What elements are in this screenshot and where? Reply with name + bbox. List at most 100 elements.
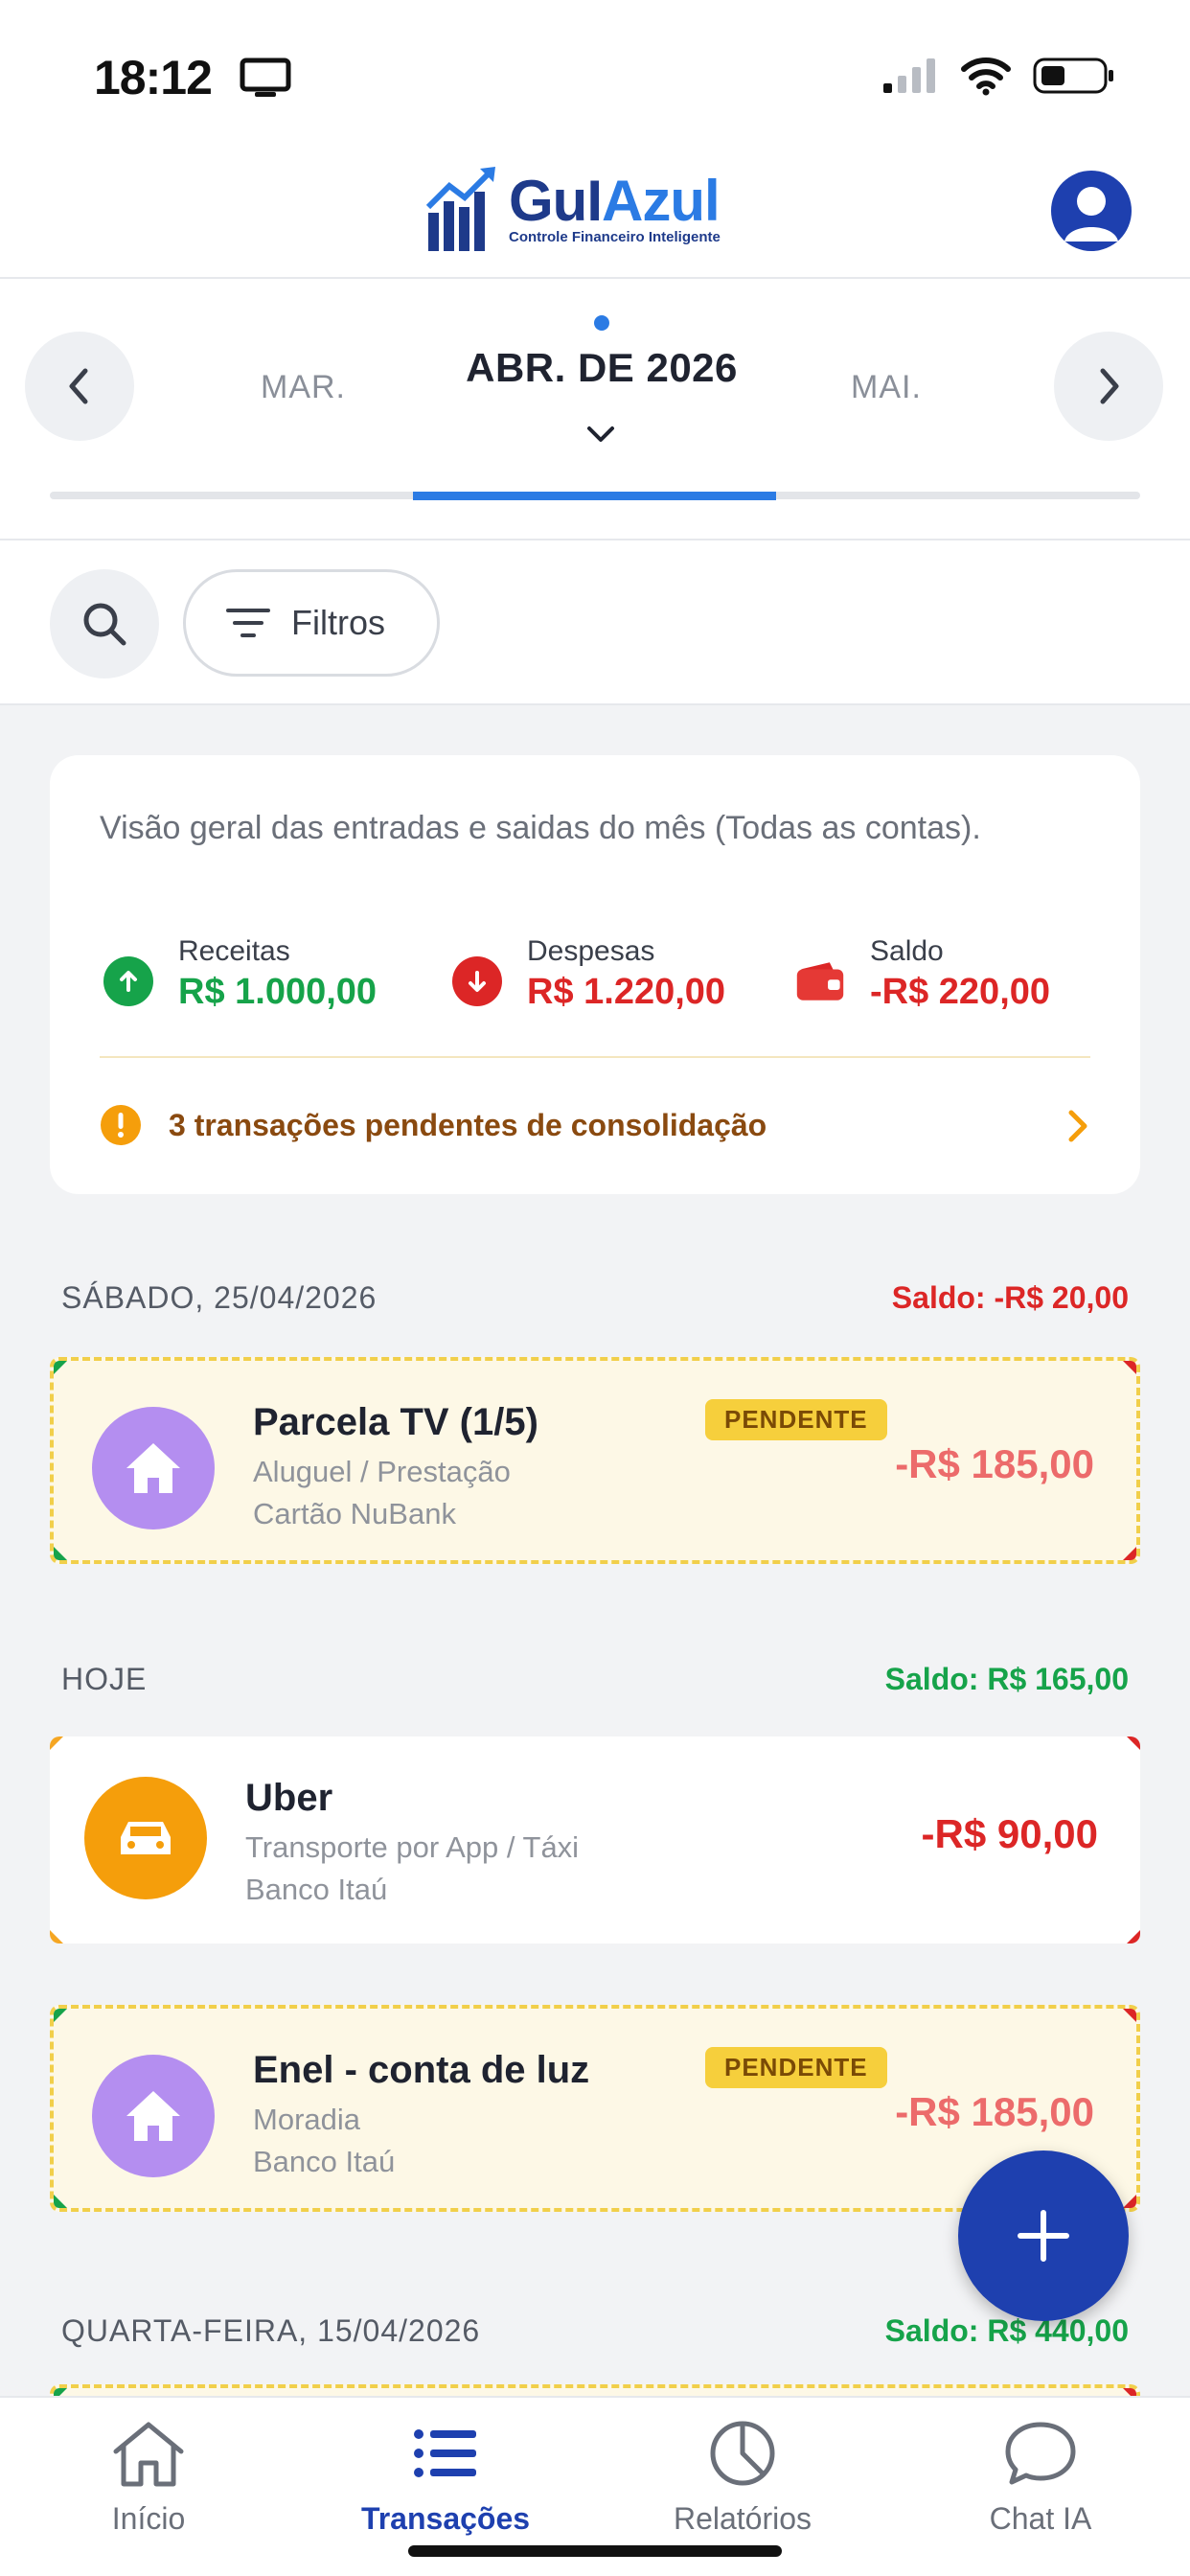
expense-value: R$ 1.220,00 <box>527 972 726 1012</box>
card-corner-marker <box>54 1547 67 1560</box>
day-header: HOJE Saldo: R$ 165,00 <box>61 1662 1129 1697</box>
card-corner-marker <box>54 2195 67 2208</box>
card-corner-marker <box>1123 2195 1136 2208</box>
chevron-left-icon <box>69 368 88 404</box>
header-divider <box>0 277 1190 279</box>
nav-item-relatorios[interactable]: Relatórios <box>647 2419 838 2537</box>
overview-description: Visão geral das entradas e saidas do mês… <box>100 810 981 846</box>
day-label: SÁBADO, 25/04/2026 <box>61 1280 378 1315</box>
logo-name-accent: Azul <box>602 168 721 233</box>
card-corner-marker <box>1123 2009 1136 2022</box>
home-icon <box>92 1407 215 1530</box>
filter-button[interactable]: Filtros <box>183 569 440 677</box>
car-icon <box>84 1777 207 1899</box>
nav-item-chat-ia[interactable]: Chat IA <box>945 2419 1136 2537</box>
logo-name-prefix: GuI <box>509 168 603 233</box>
month-next-label[interactable]: MAI. <box>851 369 922 406</box>
arrow-up-icon <box>103 956 153 1006</box>
nav-item-inicio[interactable]: Início <box>53 2419 244 2537</box>
profile-avatar-button[interactable] <box>1051 171 1132 251</box>
arrow-down-icon <box>452 956 502 1006</box>
balance-stat: Saldo -R$ 220,00 <box>795 935 1050 1013</box>
next-month-button[interactable] <box>1054 332 1163 441</box>
home-indicator <box>408 2545 782 2557</box>
filter-icon <box>226 609 270 637</box>
transaction-title: Enel - conta de luz <box>253 2049 590 2091</box>
transaction-title: Uber <box>245 1777 333 1819</box>
transaction-card[interactable]: Parcela TV (1/5) PENDENTE Aluguel / Pres… <box>50 1357 1140 1564</box>
filter-divider <box>0 703 1190 705</box>
day-header: QUARTA-FEIRA, 15/04/2026 Saldo: R$ 440,0… <box>61 2313 1129 2349</box>
transaction-category: Transporte por App / Táxi <box>245 1830 580 1864</box>
transaction-category: Aluguel / Prestação <box>253 1455 511 1488</box>
transaction-category: Moradia <box>253 2103 360 2136</box>
pending-transactions-link[interactable]: 3 transações pendentes de consolidação <box>100 1098 1090 1152</box>
nav-label: Chat IA <box>989 2501 1092 2536</box>
card-corner-marker <box>50 1736 63 1750</box>
day-saldo: Saldo: R$ 440,00 <box>884 2313 1129 2348</box>
transaction-amount: -R$ 185,00 <box>895 2089 1094 2134</box>
chevron-down-icon[interactable] <box>584 422 618 447</box>
status-indicators <box>881 56 1115 96</box>
monthly-overview-card: Visão geral das entradas e saidas do mês… <box>50 755 1140 1194</box>
nav-item-transacoes[interactable]: Transações <box>350 2419 541 2537</box>
logo-icon <box>426 167 495 251</box>
day-label: QUARTA-FEIRA, 15/04/2026 <box>61 2313 481 2348</box>
transaction-account: Banco Itaú <box>253 2145 396 2178</box>
list-icon <box>414 2429 476 2477</box>
warning-icon <box>101 1105 141 1145</box>
filter-label: Filtros <box>291 603 385 642</box>
nav-label: Relatórios <box>673 2501 812 2536</box>
card-corner-marker <box>1127 1930 1140 1944</box>
search-icon <box>83 603 126 646</box>
selector-divider <box>0 539 1190 540</box>
card-corner-marker <box>1123 1361 1136 1374</box>
status-time: 18:12 <box>94 51 213 104</box>
home-outline-icon <box>113 2422 184 2487</box>
day-saldo: Saldo: -R$ 20,00 <box>891 1280 1129 1315</box>
search-button[interactable] <box>50 569 159 678</box>
current-month-indicator <box>594 315 609 331</box>
expense-stat: Despesas R$ 1.220,00 <box>452 935 725 1013</box>
screen-mirroring-icon <box>240 58 291 97</box>
month-current-label[interactable]: ABR. DE 2026 <box>402 345 801 391</box>
balance-value: -R$ 220,00 <box>870 972 1051 1012</box>
chat-icon <box>1005 2422 1076 2485</box>
wallet-icon <box>795 956 845 1006</box>
add-transaction-button[interactable] <box>958 2150 1129 2321</box>
transaction-card[interactable]: Uber Transporte por App / Táxi Banco Ita… <box>50 1736 1140 1944</box>
card-corner-marker <box>54 1361 67 1374</box>
nav-label: Início <box>111 2501 186 2536</box>
nav-label: Transações <box>360 2501 531 2536</box>
expense-label: Despesas <box>527 935 655 967</box>
battery-icon <box>1033 58 1113 94</box>
transaction-amount: -R$ 90,00 <box>921 1811 1098 1856</box>
card-corner-marker <box>1123 1547 1136 1560</box>
home-icon <box>92 2055 215 2177</box>
pending-text: 3 transações pendentes de consolidação <box>169 1107 767 1142</box>
transaction-amount: -R$ 185,00 <box>895 1441 1094 1486</box>
overview-divider <box>100 1056 1090 1058</box>
card-corner-marker <box>1127 1736 1140 1750</box>
app-logo: GuIAzul Controle Financeiro Inteligente <box>426 165 721 253</box>
plus-icon <box>1018 2210 1069 2262</box>
pie-chart-icon <box>710 2421 775 2486</box>
card-corner-marker <box>54 2009 67 2022</box>
income-value: R$ 1.000,00 <box>178 972 378 1012</box>
wifi-icon <box>961 58 1011 96</box>
income-stat: Receitas R$ 1.000,00 <box>103 935 377 1013</box>
transaction-account: Banco Itaú <box>245 1873 388 1906</box>
month-progress-fill <box>413 492 776 500</box>
chevron-right-icon <box>1100 368 1119 404</box>
user-icon <box>1064 187 1118 242</box>
card-corner-marker <box>50 1930 63 1944</box>
previous-month-button[interactable] <box>25 332 134 441</box>
pending-badge: PENDENTE <box>705 2047 887 2088</box>
month-prev-label[interactable]: MAR. <box>261 369 346 406</box>
day-label: HOJE <box>61 1662 148 1696</box>
logo-tagline: Controle Financeiro Inteligente <box>509 228 721 245</box>
day-header: SÁBADO, 25/04/2026 Saldo: -R$ 20,00 <box>61 1280 1129 1316</box>
chevron-right-icon <box>1068 1110 1087 1142</box>
day-saldo: Saldo: R$ 165,00 <box>884 1662 1129 1696</box>
income-label: Receitas <box>178 935 290 967</box>
